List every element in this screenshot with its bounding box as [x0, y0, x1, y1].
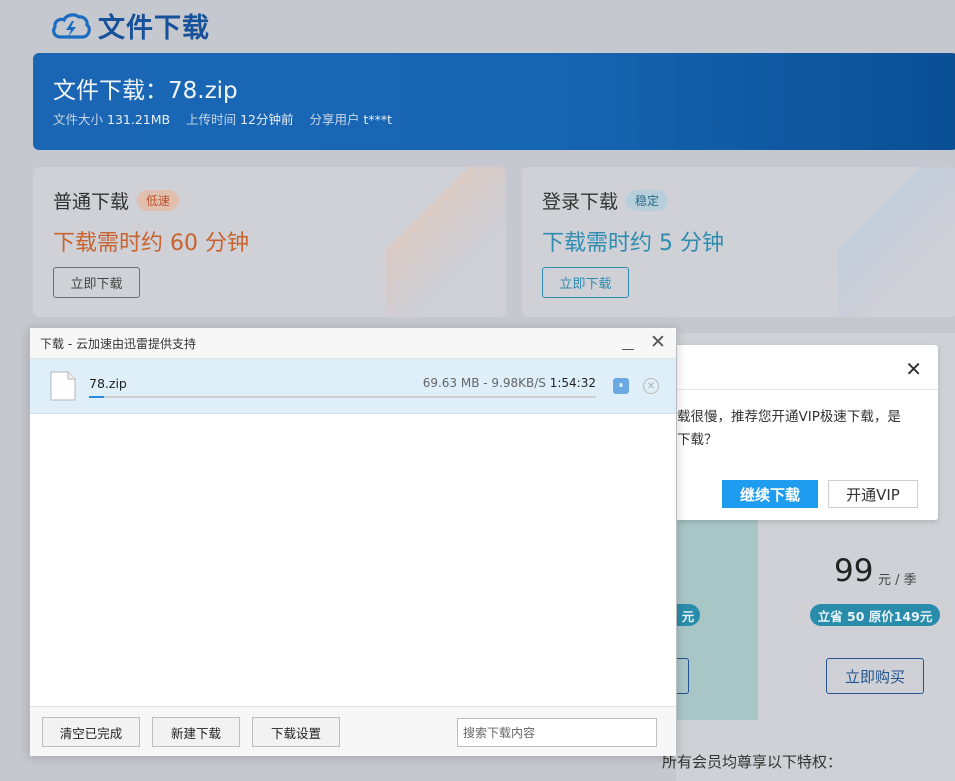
vip-buy-button-left[interactable] [676, 658, 689, 694]
login-download-title: 登录下载 稳定 [542, 187, 669, 214]
task-progress-bar [89, 396, 596, 398]
size-value: 131.21MB [107, 112, 171, 127]
message-line: 下载？ [677, 432, 718, 448]
task-progress-fill [89, 396, 105, 398]
pause-icon[interactable]: ⏸ [613, 378, 629, 394]
file-icon [50, 371, 76, 401]
download-settings-button[interactable]: 下载设置 [252, 717, 340, 747]
normal-download-button[interactable]: 立即下载 [53, 267, 140, 298]
task-remaining-time: 1:54:32 [549, 376, 596, 390]
card-decoration [386, 167, 506, 317]
site-logo[interactable]: 文件下载 [50, 6, 210, 45]
size-label: 文件大小 [53, 112, 104, 127]
search-downloads-input[interactable] [457, 718, 657, 747]
upload-value: 12分钟前 [240, 112, 294, 127]
vip-price: 99 [834, 553, 874, 589]
download-manager-titlebar[interactable]: 下载 - 云加速由迅雷提供支持 ✕ [30, 328, 676, 359]
vip-save-badge-left: 元 [676, 604, 700, 626]
sharer-label: 分享用户 [309, 112, 360, 127]
close-icon[interactable]: ✕ [650, 331, 666, 353]
file-banner: 文件下载：78.zip 文件大小 131.21MB 上传时间 12分钟前 分享用… [33, 53, 955, 150]
new-download-button[interactable]: 新建下载 [152, 717, 240, 747]
continue-download-button[interactable]: 继续下载 [722, 480, 818, 508]
login-download-time: 下载需时约 5 分钟 [542, 231, 724, 256]
stable-badge: 稳定 [626, 190, 669, 211]
message-line: 载很慢，推荐您开通VIP极速下载，是 [677, 409, 901, 425]
download-task-row[interactable]: 78.zip 69.63 MB - 9.98KB/S 1:54:32 ⏸ ✕ [30, 359, 676, 414]
login-download-button[interactable]: 立即下载 [542, 267, 629, 298]
vip-prompt-dialog: ✕ 载很慢，推荐您开通VIP极速下载，是 下载？ 继续下载 开通VIP [677, 345, 938, 520]
download-manager-window: 下载 - 云加速由迅雷提供支持 ✕ 78.zip 69.63 MB - 9.98… [29, 327, 677, 756]
login-download-card: 登录下载 稳定 下载需时约 5 分钟 立即下载 [522, 167, 955, 317]
task-filename: 78.zip [89, 376, 127, 391]
task-speed: 9.98KB/S [491, 376, 546, 390]
file-meta: 文件大小 131.21MB 上传时间 12分钟前 分享用户 t***t [53, 109, 404, 128]
vip-buy-button[interactable]: 立即购买 [826, 658, 924, 694]
slow-badge: 低速 [137, 190, 180, 211]
download-manager-footer: 清空已完成 新建下载 下载设置 [30, 706, 676, 756]
file-title: 文件下载：78.zip [53, 78, 238, 104]
close-icon[interactable]: ✕ [905, 357, 922, 381]
task-size: 69.63 MB [422, 376, 480, 390]
vip-price-unit: 元 / 季 [878, 573, 917, 588]
normal-download-label: 普通下载 [53, 191, 130, 213]
stats-separator: - [479, 376, 492, 390]
cancel-icon[interactable]: ✕ [643, 378, 659, 394]
dialog-divider [677, 389, 938, 390]
perks-title: 所有会员均尊享以下特权： [662, 753, 843, 771]
vip-prompt-message: 载很慢，推荐您开通VIP极速下载，是 下载？ [677, 406, 917, 452]
task-stats: 69.63 MB - 9.98KB/S 1:54:32 [410, 376, 596, 390]
open-vip-button[interactable]: 开通VIP [828, 480, 918, 508]
normal-download-title: 普通下载 低速 [53, 187, 180, 214]
normal-download-time: 下载需时约 60 分钟 [53, 231, 249, 256]
login-download-label: 登录下载 [542, 191, 619, 213]
cloud-bolt-icon [52, 12, 91, 39]
upload-label: 上传时间 [186, 112, 237, 127]
clear-completed-button[interactable]: 清空已完成 [42, 717, 140, 747]
logo-text: 文件下载 [98, 13, 210, 44]
vip-save-badge: 立省 50 原价149元 [810, 604, 940, 626]
normal-download-card: 普通下载 低速 下载需时约 60 分钟 立即下载 [33, 167, 506, 317]
sharer-value: t***t [363, 112, 393, 127]
window-title: 下载 - 云加速由迅雷提供支持 [40, 337, 196, 351]
card-decoration [838, 167, 955, 317]
